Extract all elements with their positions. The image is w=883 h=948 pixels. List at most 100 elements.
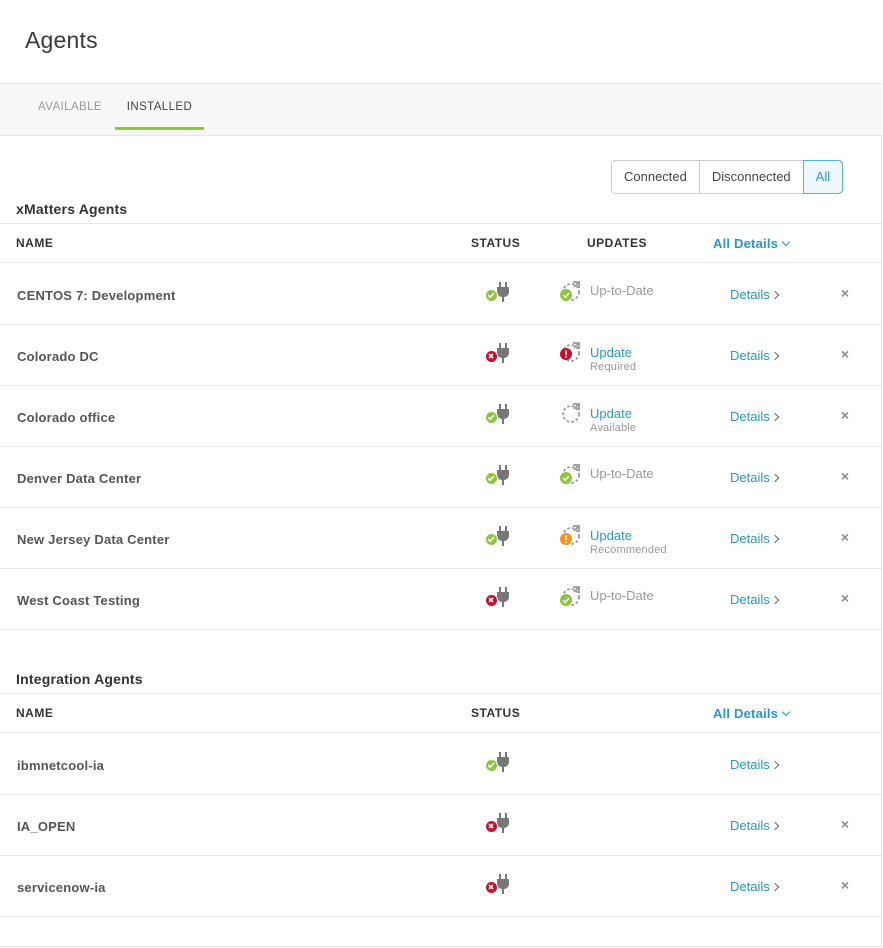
status-disconnected (485, 341, 513, 367)
update-status: Up-to-Date (590, 466, 654, 481)
details-label: Details (730, 879, 770, 894)
check-circle-icon (485, 289, 498, 302)
all-details-label: All Details (713, 706, 779, 721)
update-link[interactable]: Update (590, 406, 632, 421)
error-circle-icon (485, 350, 498, 363)
connection-filter: Connected Disconnected All (611, 160, 844, 194)
details-label: Details (730, 757, 770, 772)
details-link[interactable]: Details (730, 757, 779, 772)
update-link[interactable]: Update (590, 528, 632, 543)
details-link[interactable]: Details (730, 470, 779, 485)
integration-agents-title: Integration Agents (16, 671, 143, 687)
chevron-right-icon (770, 351, 779, 361)
xmatters-table-header: NAME STATUS UPDATES All Details (0, 223, 882, 263)
update-sublabel: Required (590, 361, 637, 373)
status-disconnected (485, 872, 513, 898)
remove-agent-icon[interactable]: × (838, 286, 852, 300)
check-circle-icon (485, 472, 498, 485)
details-label: Details (730, 470, 770, 485)
remove-agent-icon[interactable]: × (838, 469, 852, 483)
agent-name: Denver Data Center (17, 471, 142, 486)
filter-disconnected-button[interactable]: Disconnected (699, 161, 804, 193)
column-status-header: STATUS (471, 236, 521, 250)
details-link[interactable]: Details (730, 818, 779, 833)
chevron-right-icon (770, 595, 779, 605)
update-required-icon (559, 341, 583, 365)
agent-row: West Coast Testing Up-to-Date Details × (0, 569, 882, 630)
agent-name: ibmnetcool-ia (17, 758, 105, 773)
agent-name: servicenow-ia (17, 880, 106, 895)
remove-agent-icon[interactable]: × (838, 347, 852, 361)
status-connected (485, 402, 513, 428)
details-label: Details (730, 287, 770, 302)
tab-available[interactable]: AVAILABLE (35, 84, 105, 130)
column-updates-header: UPDATES (587, 236, 647, 250)
details-link[interactable]: Details (730, 348, 779, 363)
status-connected (485, 524, 513, 550)
details-label: Details (730, 409, 770, 424)
remove-agent-icon[interactable]: × (838, 408, 852, 422)
column-name-header: NAME (16, 706, 54, 720)
status-connected (485, 750, 513, 776)
update-sublabel: Recommended (590, 544, 667, 556)
update-recommended-icon (559, 524, 583, 548)
remove-agent-icon[interactable]: × (838, 591, 852, 605)
agent-row: Colorado DC Update Required Details × (0, 325, 882, 386)
update-sublabel: Available (590, 422, 637, 434)
chevron-down-icon (781, 237, 791, 247)
remove-agent-icon[interactable]: × (838, 530, 852, 544)
update-ok-icon (559, 280, 583, 304)
agent-name: Colorado DC (17, 349, 99, 364)
agent-name: CENTOS 7: Development (17, 288, 176, 303)
chevron-right-icon (770, 882, 779, 892)
details-link[interactable]: Details (730, 592, 779, 607)
all-details-toggle[interactable]: All Details (713, 706, 791, 721)
filter-connected-button[interactable]: Connected (612, 161, 700, 193)
details-label: Details (730, 592, 770, 607)
details-link[interactable]: Details (730, 287, 779, 302)
agent-row: IA_OPEN Details × (0, 795, 882, 856)
error-circle-icon (485, 594, 498, 607)
chevron-right-icon (770, 473, 779, 483)
update-status: Up-to-Date (590, 283, 654, 298)
agent-row: ibmnetcool-ia Details (0, 734, 882, 795)
integration-table-header: NAME STATUS All Details (0, 693, 882, 733)
remove-agent-icon[interactable]: × (838, 817, 852, 831)
chevron-down-icon (781, 707, 791, 717)
agent-row: New Jersey Data Center Update Recommended D… (0, 508, 882, 569)
check-circle-icon (485, 759, 498, 772)
status-connected (485, 463, 513, 489)
details-link[interactable]: Details (730, 879, 779, 894)
column-name-header: NAME (16, 236, 54, 250)
agent-name: IA_OPEN (17, 819, 76, 834)
chevron-right-icon (770, 760, 779, 770)
all-details-label: All Details (713, 236, 779, 251)
chevron-right-icon (770, 290, 779, 300)
remove-agent-icon[interactable]: × (838, 878, 852, 892)
chevron-right-icon (770, 534, 779, 544)
error-circle-icon (485, 881, 498, 894)
agent-name: Colorado office (17, 410, 116, 425)
details-label: Details (730, 348, 770, 363)
xmatters-agents-title: xMatters Agents (16, 201, 128, 217)
error-circle-icon (485, 820, 498, 833)
tab-bar: AVAILABLE INSTALLED (0, 84, 882, 136)
details-link[interactable]: Details (730, 531, 779, 546)
status-disconnected (485, 811, 513, 837)
status-disconnected (485, 585, 513, 611)
agent-row: Colorado office Update Available Details × (0, 386, 882, 447)
update-available-icon (559, 402, 583, 426)
chevron-right-icon (770, 821, 779, 831)
agent-row: Denver Data Center Up-to-Date Details × (0, 447, 882, 508)
filter-all-button[interactable]: All (802, 160, 844, 194)
update-link[interactable]: Update (590, 345, 632, 360)
agent-name: West Coast Testing (17, 593, 141, 608)
tab-installed[interactable]: INSTALLED (115, 84, 204, 130)
column-status-header: STATUS (471, 706, 521, 720)
all-details-toggle[interactable]: All Details (713, 236, 791, 251)
page-title: Agents (25, 27, 98, 53)
update-ok-icon (559, 463, 583, 487)
page-header: Agents (0, 0, 882, 84)
agent-name: New Jersey Data Center (17, 532, 170, 547)
details-link[interactable]: Details (730, 409, 779, 424)
